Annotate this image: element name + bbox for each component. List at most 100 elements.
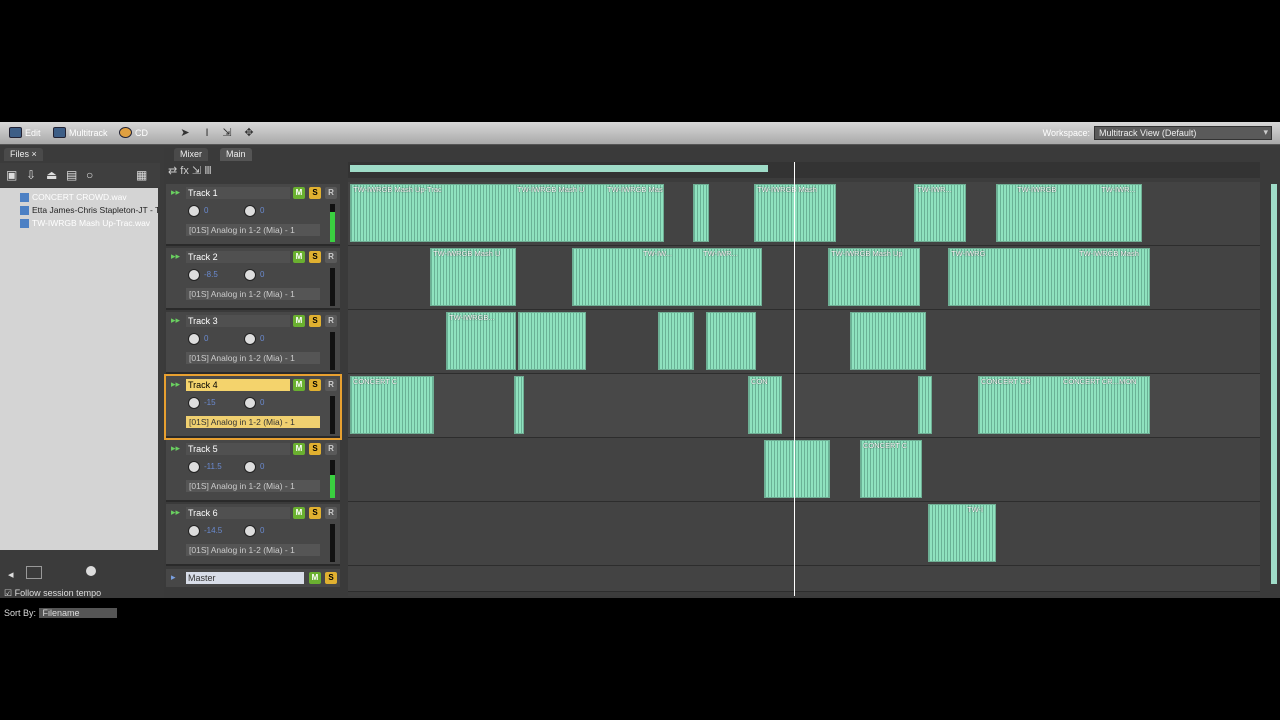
loop-icon[interactable]: ◂ (8, 568, 14, 581)
audio-clip[interactable] (764, 440, 830, 498)
track-header[interactable]: ▸▸ Track 2 M S R -8.5 0 [01S] Analog in … (166, 248, 340, 310)
track-lane[interactable]: TW-I (348, 502, 1260, 566)
audio-clip[interactable]: CONCERT C (860, 440, 922, 498)
mute-button[interactable]: M (293, 251, 305, 263)
volume-value[interactable]: 0 (204, 334, 208, 343)
track-name[interactable]: Track 3 (186, 315, 290, 327)
solo-button[interactable]: S (309, 187, 321, 199)
volume-value[interactable]: -11.5 (204, 462, 222, 471)
vertical-scrollbar[interactable] (1268, 148, 1280, 598)
track-name[interactable]: Track 2 (186, 251, 290, 263)
track-header[interactable]: ▸▸ Track 3 M S R 0 0 [01S] Analog in 1-2… (166, 312, 340, 374)
record-button[interactable]: R (325, 379, 337, 391)
track-lane[interactable]: TW-IWRGB Mash U TW-IW... TW-IWR... TW-IWR… (348, 246, 1260, 310)
volume-value[interactable]: 0 (204, 206, 208, 215)
tab-main[interactable]: Main (220, 148, 252, 161)
master-lane[interactable] (348, 566, 1260, 592)
cd-view-button[interactable]: CD (116, 125, 151, 140)
edit-view-button[interactable]: Edit (6, 125, 44, 140)
input-select[interactable]: [01S] Analog in 1-2 (Mia) - 1 (186, 224, 320, 236)
close-file-icon[interactable]: ⏏ (46, 168, 57, 182)
time-ruler[interactable] (348, 162, 1260, 178)
volume-knob[interactable] (188, 205, 200, 217)
track-lane[interactable]: CONCERT C (348, 438, 1260, 502)
audio-clip[interactable] (850, 312, 926, 370)
multitrack-view-button[interactable]: Multitrack (50, 125, 111, 140)
audio-clip[interactable]: TW-IWRGB Mash (754, 184, 836, 242)
audio-clip[interactable] (918, 376, 932, 434)
expand-icon[interactable]: ▸▸ (171, 507, 180, 518)
sort-dropdown[interactable]: Filename (38, 608, 117, 618)
loop-icon[interactable]: ⇄ (168, 165, 177, 177)
pan-value[interactable]: 0 (260, 526, 264, 535)
pan-knob[interactable] (244, 333, 256, 345)
tab-mixer[interactable]: Mixer (174, 148, 208, 161)
audio-clip[interactable]: CONCERT C (350, 376, 434, 434)
expand-icon[interactable]: ▸▸ (171, 379, 180, 390)
import-icon[interactable]: ⇩ (26, 168, 36, 182)
audio-clip[interactable]: TW-IWRGB... (446, 312, 516, 370)
pan-value[interactable]: 0 (260, 270, 264, 279)
audio-clip[interactable]: TW-IWR... (914, 184, 966, 242)
record-button[interactable]: R (325, 507, 337, 519)
record-button[interactable]: R (325, 443, 337, 455)
time-selection-tool-icon[interactable]: I (200, 126, 214, 140)
list-item[interactable]: TW-IWRGB Mash Up-Trac.wav (20, 218, 158, 230)
mute-button[interactable]: M (293, 507, 305, 519)
track-header[interactable]: ▸▸ Track 5 M S R -11.5 0 [01S] Analog in… (166, 440, 340, 502)
expand-icon[interactable]: ▸▸ (171, 443, 180, 454)
mute-button[interactable]: M (309, 572, 321, 584)
input-select[interactable]: [01S] Analog in 1-2 (Mia) - 1 (186, 288, 320, 300)
audio-clip[interactable]: CONCERT CR CONCERT CR...MON (978, 376, 1150, 434)
send-icon[interactable]: ⇲ (192, 165, 201, 177)
track-name[interactable]: Track 6 (186, 507, 290, 519)
input-select[interactable]: [01S] Analog in 1-2 (Mia) - 1 (186, 352, 320, 364)
audio-clip[interactable] (514, 376, 524, 434)
audio-clip[interactable]: TW-IWRGB TW-IWR... (996, 184, 1142, 242)
audio-clip[interactable]: TW-IWRGB Mash Up (828, 248, 920, 306)
solo-button[interactable]: S (309, 315, 321, 327)
pan-knob[interactable] (244, 461, 256, 473)
audio-clip[interactable] (518, 312, 586, 370)
move-tool-icon[interactable]: ➤ (178, 126, 192, 140)
solo-button[interactable]: S (325, 572, 337, 584)
track-name[interactable]: Track 4 (186, 379, 290, 391)
solo-button[interactable]: S (309, 443, 321, 455)
list-item[interactable]: CONCERT CROWD.wav (20, 192, 158, 204)
fx-icon[interactable]: fx (180, 165, 189, 177)
pan-value[interactable]: 0 (260, 334, 264, 343)
solo-button[interactable]: S (309, 379, 321, 391)
solo-button[interactable]: S (309, 507, 321, 519)
preview-icon[interactable] (26, 566, 42, 579)
volume-knob[interactable] (188, 461, 200, 473)
playhead[interactable] (794, 162, 795, 596)
record-button[interactable]: R (325, 251, 337, 263)
audio-clip[interactable]: TW-I (928, 504, 996, 562)
pan-knob[interactable] (244, 205, 256, 217)
volume-value[interactable]: -15 (204, 398, 216, 407)
master-track-header[interactable]: ▸ Master M S (166, 569, 340, 587)
track-header[interactable]: ▸▸ Track 4 M S R -15 0 [01S] Analog in 1… (164, 374, 342, 440)
track-header[interactable]: ▸▸ Track 6 M S R -14.5 0 [01S] Analog in… (166, 504, 340, 566)
list-item[interactable]: Etta James-Chris Stapleton-JT - T (20, 205, 158, 217)
audio-clip[interactable] (658, 312, 694, 370)
volume-knob[interactable] (86, 566, 96, 576)
options-icon[interactable]: ▦ (136, 168, 147, 182)
open-file-icon[interactable]: ▣ (6, 168, 17, 182)
expand-icon[interactable]: ▸▸ (171, 315, 180, 326)
audio-clip[interactable] (706, 312, 756, 370)
zoom-navigator[interactable] (350, 165, 768, 172)
volume-knob[interactable] (188, 525, 200, 537)
mute-button[interactable]: M (293, 379, 305, 391)
record-button[interactable]: R (325, 315, 337, 327)
mute-button[interactable]: M (293, 315, 305, 327)
track-name[interactable]: Track 5 (186, 443, 290, 455)
audio-clip[interactable] (693, 184, 709, 242)
hybrid-tool-icon[interactable]: ⇲ (220, 126, 234, 140)
pan-knob[interactable] (244, 397, 256, 409)
track-header[interactable]: ▸▸ Track 1 M S R 0 0 [01S] Analog in 1-2… (166, 184, 340, 246)
pan-value[interactable]: 0 (260, 398, 264, 407)
volume-knob[interactable] (188, 397, 200, 409)
audio-clip[interactable]: TW-IWRGB Mash U (430, 248, 516, 306)
pan-value[interactable]: 0 (260, 206, 264, 215)
